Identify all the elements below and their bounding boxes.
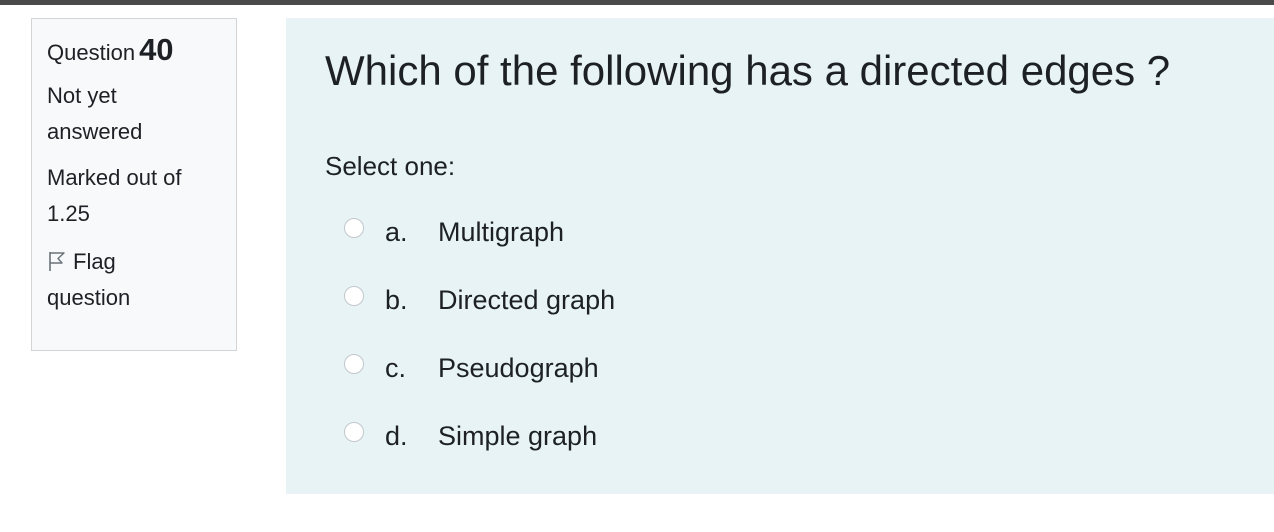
grade-info: Marked out of 1.25 [47, 160, 221, 232]
option-label[interactable]: Pseudograph [438, 353, 599, 384]
question-content-panel: Which of the following has a directed ed… [286, 18, 1274, 494]
radio-button[interactable] [344, 354, 364, 374]
grade-info-line1: Marked out of [47, 165, 182, 190]
grade-info-line2: 1.25 [47, 201, 90, 226]
question-number-heading: Question 40 [47, 32, 221, 68]
flag-outline-icon [47, 247, 67, 271]
window-top-bar [0, 0, 1274, 5]
question-label: Question [47, 40, 136, 65]
flag-question-link[interactable]: Flag question [47, 244, 221, 316]
answer-options: a. Multigraph b. Directed graph c. Pseud… [344, 198, 615, 470]
option-letter: c. [385, 352, 407, 383]
answer-status-line2: answered [47, 119, 143, 144]
option-label[interactable]: Multigraph [438, 217, 564, 248]
option-label[interactable]: Simple graph [438, 421, 597, 452]
question-info-panel: Question 40 Not yet answered Marked out o… [31, 18, 237, 351]
answer-status: Not yet answered [47, 78, 221, 150]
flag-label-line2: question [47, 285, 131, 310]
answer-option-c[interactable]: c. Pseudograph [344, 334, 615, 402]
answer-option-b[interactable]: b. Directed graph [344, 266, 615, 334]
radio-button[interactable] [344, 218, 364, 238]
answer-status-line1: Not yet [47, 83, 117, 108]
question-text: Which of the following has a directed ed… [325, 47, 1171, 94]
radio-button[interactable] [344, 422, 364, 442]
question-number: 40 [139, 32, 174, 67]
option-letter: d. [385, 420, 408, 451]
option-letter: a. [385, 216, 408, 247]
select-one-prompt: Select one: [325, 151, 456, 181]
option-letter: b. [385, 284, 408, 315]
answer-option-a[interactable]: a. Multigraph [344, 198, 615, 266]
radio-button[interactable] [344, 286, 364, 306]
flag-label-line1: Flag [73, 249, 116, 274]
option-label[interactable]: Directed graph [438, 285, 615, 316]
answer-option-d[interactable]: d. Simple graph [344, 402, 615, 470]
